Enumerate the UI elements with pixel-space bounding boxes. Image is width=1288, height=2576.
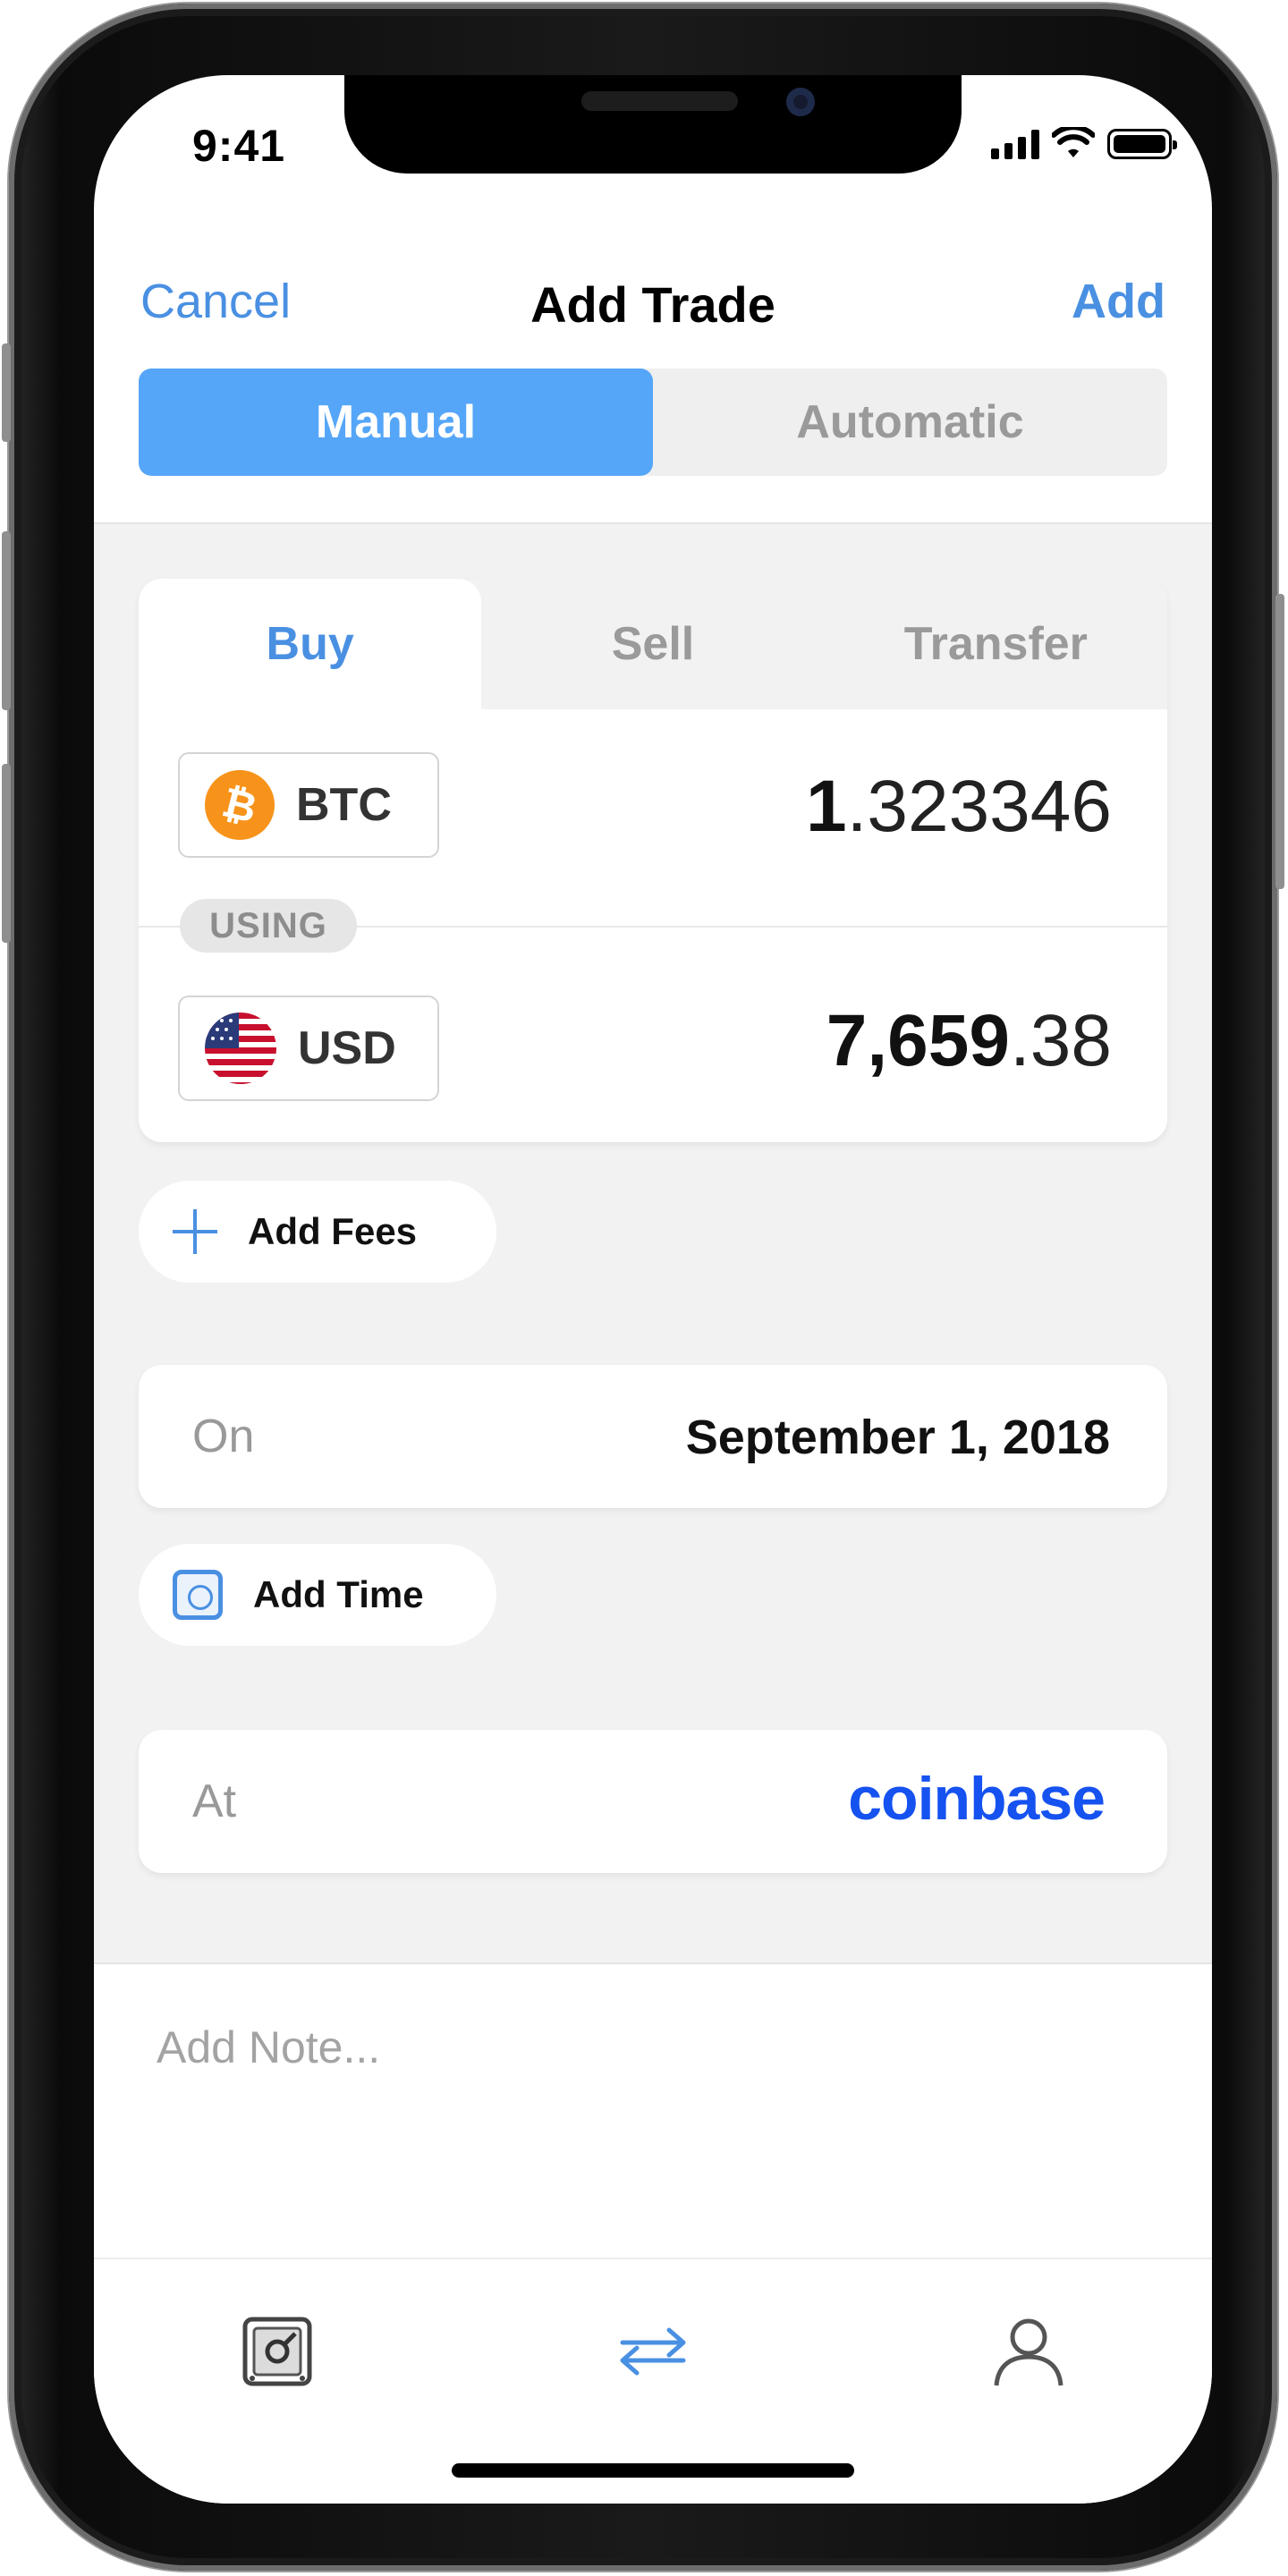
add-fees-label: Add Fees — [248, 1210, 418, 1252]
profile-icon — [994, 2318, 1063, 2386]
bitcoin-icon: ₿ — [205, 770, 275, 840]
wifi-icon — [1052, 127, 1095, 157]
status-time: 9:41 — [192, 121, 286, 171]
status-icons — [991, 127, 1177, 159]
silent-switch — [2, 343, 11, 442]
base-asset-selector[interactable]: ₿ BTC — [178, 752, 439, 858]
tab-portfolio[interactable] — [237, 2311, 318, 2392]
quote-asset-row: USING USD 7,659.38 — [139, 899, 1167, 1140]
phone-frame: 9:41 Cancel Add Trade Add Manual Automat… — [2, 4, 1284, 2571]
us-flag-icon — [205, 1013, 276, 1084]
battery-icon — [1107, 129, 1177, 159]
base-amount-whole: 1 — [805, 766, 847, 847]
add-button[interactable]: Add — [1072, 274, 1165, 329]
plus-icon — [173, 1209, 217, 1254]
segment-manual[interactable]: Manual — [139, 369, 653, 476]
coinbase-logo: coinbase — [848, 1765, 1106, 1833]
note-placeholder: Add Note... — [157, 2022, 381, 2072]
portfolio-icon — [242, 2317, 312, 2386]
volume-down-button — [2, 764, 11, 943]
using-badge: USING — [180, 899, 357, 953]
notch — [344, 75, 962, 174]
svg-text:₿: ₿ — [219, 782, 260, 828]
base-asset-symbol: BTC — [296, 779, 392, 831]
home-indicator — [452, 2463, 854, 2478]
transfer-arrows-icon — [620, 2327, 686, 2376]
cellular-signal-icon — [991, 129, 1039, 159]
camera — [786, 88, 815, 116]
segment-automatic[interactable]: Automatic — [653, 369, 1167, 476]
quote-amount-whole: 7,659 — [826, 1000, 1010, 1081]
note-input[interactable]: Add Note... — [94, 1962, 1212, 2258]
exchange-label: At — [192, 1775, 237, 1827]
quote-asset-symbol: USD — [298, 1022, 396, 1074]
trade-type-tabs: Buy Sell Transfer — [139, 579, 1167, 709]
date-label: On — [192, 1411, 255, 1462]
date-field[interactable]: On September 1, 2018 — [139, 1365, 1167, 1508]
add-fees-button[interactable]: Add Fees — [139, 1181, 496, 1283]
add-time-label: Add Time — [253, 1573, 424, 1615]
clock-icon — [173, 1570, 223, 1620]
base-asset-row: ₿ BTC 1.323346 — [139, 709, 1167, 926]
tab-buy[interactable]: Buy — [139, 579, 482, 709]
quote-asset-selector[interactable]: USD — [178, 996, 439, 1101]
speaker — [581, 91, 738, 111]
quote-amount-field[interactable]: 7,659.38 — [826, 999, 1112, 1083]
mode-segmented-control: Manual Automatic — [139, 369, 1167, 476]
volume-up-button — [2, 531, 11, 710]
exchange-field[interactable]: At coinbase — [139, 1730, 1167, 1873]
tab-profile[interactable] — [988, 2311, 1069, 2392]
add-time-button[interactable]: Add Time — [139, 1544, 496, 1646]
tab-transfer[interactable]: Transfer — [825, 579, 1167, 709]
screen: 9:41 Cancel Add Trade Add Manual Automat… — [94, 75, 1212, 2504]
tab-sell[interactable]: Sell — [481, 579, 824, 709]
trade-card: Buy Sell Transfer ₿ BTC 1.323346 USING U… — [139, 579, 1167, 1142]
power-button — [1275, 594, 1284, 889]
page-title: Add Trade — [530, 276, 775, 333]
quote-amount-fraction: .38 — [1010, 1000, 1112, 1081]
base-amount-field[interactable]: 1.323346 — [806, 765, 1112, 849]
tab-trades[interactable] — [613, 2311, 693, 2392]
base-amount-fraction: .323346 — [846, 766, 1112, 847]
date-value: September 1, 2018 — [685, 1411, 1110, 1464]
nav-bar: Cancel Add Trade Add — [94, 254, 1212, 352]
